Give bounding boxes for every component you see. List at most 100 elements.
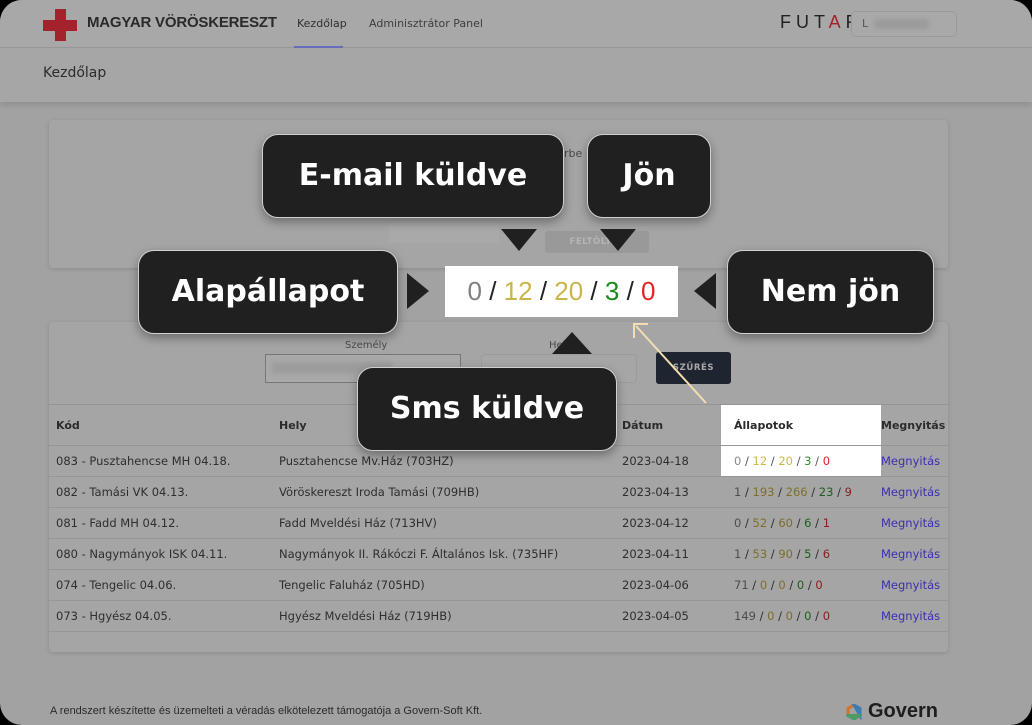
state-sms-sent-count: 0 xyxy=(785,609,793,623)
callout-coming: Jön xyxy=(587,134,711,218)
state-coming-count: 3 xyxy=(804,454,812,468)
state-default-count: 71 xyxy=(734,578,749,592)
separator: / xyxy=(539,276,555,306)
state-not-coming-count: 9 xyxy=(844,485,852,499)
separator: / xyxy=(792,516,805,530)
state-sms-sent-count: 90 xyxy=(778,547,793,561)
state-not-coming-count: 0 xyxy=(822,609,831,623)
user-name-blurred xyxy=(874,19,929,29)
state-not-coming-count: 0 xyxy=(815,578,823,592)
callout-email-pointer xyxy=(501,229,537,251)
separator: / xyxy=(774,609,786,623)
open-link[interactable]: Megnyitás xyxy=(881,516,940,530)
cell-states: 0 / 12 / 20 / 3 / 0 xyxy=(721,445,881,477)
state-not-coming-count: 0 xyxy=(822,454,831,468)
blood-drop-icon: A xyxy=(828,12,846,32)
state-email-sent-count: 53 xyxy=(752,547,768,561)
cell-code: 080 - Nagymányok ISK 04.11. xyxy=(49,538,279,570)
cell-code: 073 - Hgyész 04.05. xyxy=(49,600,279,632)
open-link[interactable]: Megnyitás xyxy=(881,547,940,561)
cell-place: Hgyész Mveldési Ház (719HB) xyxy=(279,600,622,632)
separator: / xyxy=(626,276,642,306)
cell-open: Megnyitás xyxy=(881,445,948,477)
separator: / xyxy=(774,485,786,499)
cell-place: Vöröskereszt Iroda Tamási (709HB) xyxy=(279,476,622,508)
state-sms-sent-count: 20 xyxy=(554,276,584,306)
brand-name[interactable]: MAGYAR VÖRÖSKERESZT xyxy=(87,14,277,31)
open-link[interactable]: Megnyitás xyxy=(881,485,940,499)
separator: / xyxy=(767,516,779,530)
separator: / xyxy=(811,454,823,468)
separator: / xyxy=(792,609,805,623)
person-filter-label: Személy xyxy=(345,340,388,351)
separator: / xyxy=(785,578,797,592)
page-title: Kezdőlap xyxy=(43,65,107,81)
cell-date: 2023-04-11 xyxy=(622,538,721,570)
state-sms-sent-count: 60 xyxy=(778,516,793,530)
separator: / xyxy=(811,547,823,561)
cell-open: Megnyitás xyxy=(881,507,948,539)
separator: / xyxy=(811,609,823,623)
separator: / xyxy=(807,485,819,499)
user-menu[interactable]: L xyxy=(851,11,957,37)
callout-sms-pointer xyxy=(552,332,592,354)
cell-states: 1 / 53 / 90 / 5 / 6 xyxy=(721,538,881,570)
futar-logo-pre: FUT xyxy=(780,12,829,32)
open-link[interactable]: Megnyitás xyxy=(881,578,940,592)
cell-date: 2023-04-18 xyxy=(622,445,721,477)
separator: / xyxy=(590,276,605,306)
cell-code: 074 - Tengelic 04.06. xyxy=(49,569,279,601)
table-row[interactable]: 074 - Tengelic 04.06. Tengelic Faluház (7… xyxy=(49,569,948,601)
state-email-sent-count: 52 xyxy=(752,516,768,530)
cell-code: 083 - Pusztahencse MH 04.18. xyxy=(49,445,279,477)
upload-file-field[interactable] xyxy=(389,223,499,243)
column-header-open[interactable]: Megnyitás xyxy=(881,404,948,446)
nav-home[interactable]: Kezdőlap xyxy=(297,17,347,30)
open-link[interactable]: Megnyitás xyxy=(881,609,940,623)
state-not-coming-count: 6 xyxy=(822,547,831,561)
separator: / xyxy=(741,454,753,468)
separator: / xyxy=(767,578,779,592)
cell-place: Nagymányok II. Rákóczi F. Általános Isk.… xyxy=(279,538,622,570)
table-row[interactable]: 080 - Nagymányok ISK 04.11. Nagymányok II… xyxy=(49,538,948,570)
separator: / xyxy=(741,516,753,530)
separator: / xyxy=(741,547,753,561)
table-row[interactable]: 081 - Fadd MH 04.12. Fadd Mveldési Ház (7… xyxy=(49,507,948,539)
separator: / xyxy=(767,547,779,561)
open-link[interactable]: Megnyitás xyxy=(881,454,940,468)
state-email-sent-count: 12 xyxy=(503,276,533,306)
cell-date: 2023-04-12 xyxy=(622,507,721,539)
red-cross-logo-icon[interactable] xyxy=(43,9,77,41)
table-row[interactable]: 073 - Hgyész 04.05. Hgyész Mveldési Ház (… xyxy=(49,600,948,632)
column-header-states[interactable]: Állapotok xyxy=(721,404,881,446)
column-header-date[interactable]: Dátum xyxy=(622,404,721,446)
cell-place: Tengelic Faluház (705HD) xyxy=(279,569,622,601)
callout-not-coming: Nem jön xyxy=(727,250,934,334)
cell-date: 2023-04-05 xyxy=(622,600,721,632)
table-empty-row xyxy=(49,632,948,663)
cell-states: 1 / 193 / 266 / 23 / 9 xyxy=(721,476,881,508)
state-coming-count: 6 xyxy=(804,516,812,530)
separator: / xyxy=(741,485,753,499)
magnified-states: 0 / 12 / 20 / 3 / 0 xyxy=(445,266,678,317)
column-header-code[interactable]: Kód xyxy=(49,404,279,446)
separator: / xyxy=(804,578,816,592)
zoom-pointer-arrow xyxy=(633,323,707,404)
upload-label-fragment: rbe xyxy=(564,147,583,160)
cell-open: Megnyitás xyxy=(881,600,948,632)
callout-sms-sent: Sms küldve xyxy=(357,367,617,451)
govern-logo-text: Govern xyxy=(868,700,939,722)
nav-admin-panel[interactable]: Adminisztrátor Panel xyxy=(369,17,483,30)
state-not-coming-count: 1 xyxy=(822,516,831,530)
state-email-sent-count: 12 xyxy=(752,454,768,468)
separator: / xyxy=(755,609,768,623)
cell-open: Megnyitás xyxy=(881,476,948,508)
state-sms-sent-count: 20 xyxy=(778,454,793,468)
cell-code: 082 - Tamási VK 04.13. xyxy=(49,476,279,508)
cell-open: Megnyitás xyxy=(881,538,948,570)
table-row[interactable]: 082 - Tamási VK 04.13. Vöröskereszt Iroda… xyxy=(49,476,948,508)
callout-not-coming-pointer xyxy=(694,273,716,309)
separator: / xyxy=(767,454,779,468)
state-email-sent-count: 193 xyxy=(752,485,775,499)
state-sms-sent-count: 266 xyxy=(785,485,808,499)
